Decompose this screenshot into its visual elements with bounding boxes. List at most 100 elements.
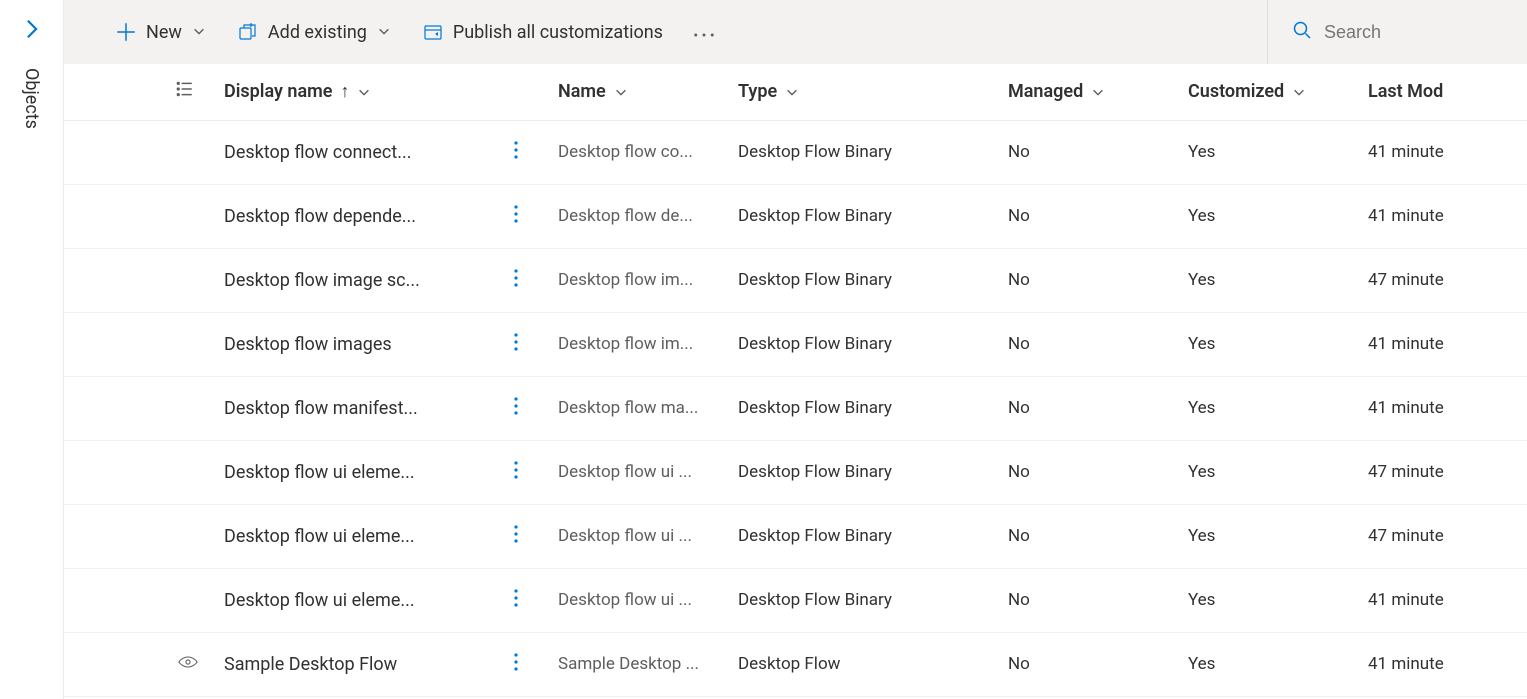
cell-type: Desktop Flow Binary — [726, 504, 996, 568]
plus-icon — [116, 22, 136, 42]
column-header-customized[interactable]: Customized — [1188, 81, 1306, 102]
side-rail: Objects — [0, 0, 64, 699]
cell-managed: No — [996, 504, 1176, 568]
table-row[interactable]: Desktop flow connect...Desktop flow co..… — [64, 120, 1527, 184]
command-bar: New Add existing — [64, 0, 1527, 64]
cell-type: Desktop Flow Binary — [726, 248, 996, 312]
cell-name: Sample Desktop ... — [546, 632, 726, 696]
cell-last-modified: 41 minute — [1356, 312, 1527, 376]
cell-name: Desktop flow ui ... — [546, 504, 726, 568]
cell-name: Desktop flow im... — [546, 312, 726, 376]
row-more-actions[interactable] — [514, 588, 518, 608]
column-header-name[interactable]: Name — [558, 81, 628, 102]
search-box[interactable] — [1267, 0, 1527, 64]
column-header-type[interactable]: Type — [738, 81, 799, 102]
chevron-down-icon — [785, 85, 799, 99]
cell-customized: Yes — [1176, 632, 1356, 696]
row-more-actions[interactable] — [514, 204, 518, 224]
cell-display-name: Sample Desktop Flow — [212, 632, 502, 696]
search-input[interactable] — [1324, 22, 1504, 43]
sort-asc-icon: ↑ — [340, 81, 349, 102]
cell-display-name: Desktop flow connect... — [212, 120, 502, 184]
column-label: Type — [738, 81, 777, 102]
cell-type: Desktop Flow — [726, 632, 996, 696]
table-row[interactable]: Sample Desktop Flow Sample Desktop ...Des… — [64, 632, 1527, 696]
row-more-actions[interactable] — [514, 396, 518, 416]
cell-type: Desktop Flow Binary — [726, 184, 996, 248]
add-existing-label: Add existing — [268, 22, 367, 43]
cell-customized: Yes — [1176, 312, 1356, 376]
cell-last-modified: 41 minute — [1356, 632, 1527, 696]
publish-button[interactable]: Publish all customizations — [411, 14, 675, 51]
row-more-actions[interactable] — [514, 524, 518, 544]
cell-name: Desktop flow ui ... — [546, 440, 726, 504]
chevron-down-icon — [614, 85, 628, 99]
column-header-display-name[interactable]: Display name ↑ — [224, 81, 371, 102]
add-existing-button[interactable]: Add existing — [226, 14, 403, 51]
eye-icon — [176, 655, 200, 669]
cell-last-modified: 41 minute — [1356, 376, 1527, 440]
table-row[interactable]: Desktop flow image sc... Desktop flow im.… — [64, 248, 1527, 312]
chevron-down-icon — [192, 22, 206, 43]
cell-display-name: Desktop flow depende... — [212, 184, 502, 248]
cell-display-name: Desktop flow images — [212, 312, 502, 376]
cell-name: Desktop flow im... — [546, 248, 726, 312]
add-existing-icon — [238, 22, 258, 42]
cell-name: Desktop flow de... — [546, 184, 726, 248]
cell-customized: Yes — [1176, 248, 1356, 312]
overflow-button[interactable] — [683, 14, 725, 51]
column-label: Managed — [1008, 81, 1083, 102]
cell-type: Desktop Flow Binary — [726, 120, 996, 184]
cell-customized: Yes — [1176, 568, 1356, 632]
cell-name: Desktop flow ma... — [546, 376, 726, 440]
cell-name: Desktop flow ui ... — [546, 568, 726, 632]
table-row[interactable]: Desktop flow ui eleme... Desktop flow ui … — [64, 568, 1527, 632]
column-label: Name — [558, 81, 606, 102]
cell-type: Desktop Flow Binary — [726, 376, 996, 440]
row-more-actions[interactable] — [514, 332, 518, 352]
cell-last-modified: 41 minute — [1356, 568, 1527, 632]
cell-managed: No — [996, 568, 1176, 632]
column-header-last-modified[interactable]: Last Mod — [1368, 81, 1443, 102]
row-more-actions[interactable] — [514, 460, 518, 480]
cell-type: Desktop Flow Binary — [726, 568, 996, 632]
chevron-down-icon — [1091, 85, 1105, 99]
search-icon — [1292, 20, 1312, 44]
cell-customized: Yes — [1176, 120, 1356, 184]
cell-type: Desktop Flow Binary — [726, 440, 996, 504]
cell-managed: No — [996, 184, 1176, 248]
list-view-icon[interactable] — [176, 80, 194, 98]
column-label: Display name — [224, 81, 332, 102]
cell-managed: No — [996, 312, 1176, 376]
cell-last-modified: 47 minute — [1356, 440, 1527, 504]
cell-display-name: Desktop flow ui eleme... — [212, 568, 502, 632]
cell-customized: Yes — [1176, 184, 1356, 248]
expand-panel-icon[interactable] — [21, 18, 43, 44]
cell-last-modified: 47 minute — [1356, 504, 1527, 568]
side-label-objects[interactable]: Objects — [21, 68, 42, 129]
table-row[interactable]: Desktop flow ui eleme...Desktop flow ui … — [64, 440, 1527, 504]
cell-display-name: Desktop flow ui eleme... — [212, 504, 502, 568]
cell-customized: Yes — [1176, 504, 1356, 568]
column-header-managed[interactable]: Managed — [1008, 81, 1105, 102]
chevron-down-icon — [357, 85, 371, 99]
chevron-down-icon — [1292, 85, 1306, 99]
row-more-actions[interactable] — [514, 268, 518, 288]
cell-type: Desktop Flow Binary — [726, 312, 996, 376]
table-row[interactable]: Desktop flow manifest...Desktop flow ma.… — [64, 376, 1527, 440]
cell-last-modified: 47 minute — [1356, 248, 1527, 312]
new-button[interactable]: New — [104, 14, 218, 51]
table-row[interactable]: Desktop flow depende... Desktop flow de..… — [64, 184, 1527, 248]
row-more-actions[interactable] — [514, 140, 518, 160]
row-more-actions[interactable] — [514, 652, 518, 672]
cell-display-name: Desktop flow image sc... — [212, 248, 502, 312]
publish-label: Publish all customizations — [453, 22, 663, 43]
cell-managed: No — [996, 376, 1176, 440]
column-label: Last Mod — [1368, 81, 1443, 102]
new-label: New — [146, 22, 182, 43]
table-row[interactable]: Desktop flow images Desktop flow im...Des… — [64, 312, 1527, 376]
cell-customized: Yes — [1176, 440, 1356, 504]
cell-managed: No — [996, 440, 1176, 504]
publish-icon — [423, 22, 443, 42]
table-row[interactable]: Desktop flow ui eleme... Desktop flow ui … — [64, 504, 1527, 568]
